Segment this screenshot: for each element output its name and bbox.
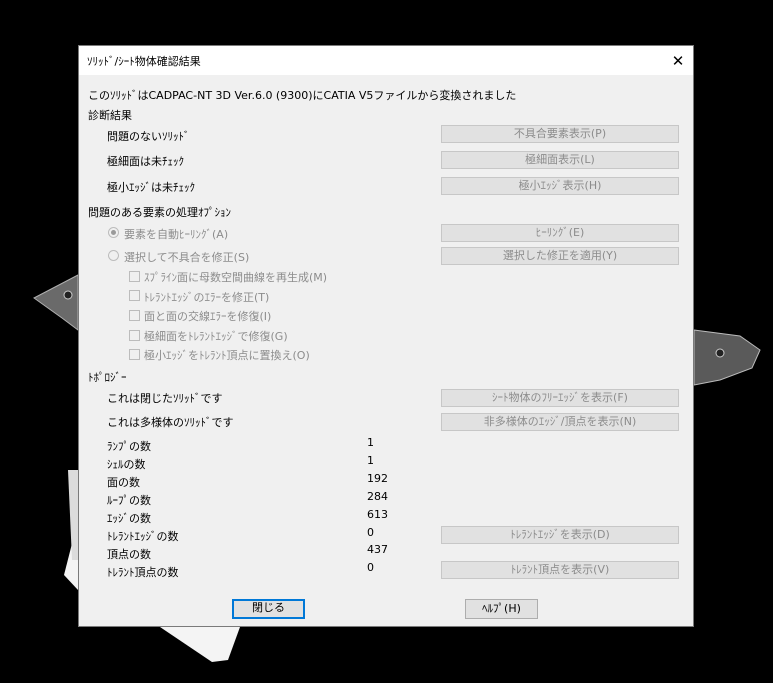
- regen-spline-label: ｽﾌﾟﾗｲﾝ面に母数空間曲線を再生成(M): [144, 271, 328, 284]
- select-fix-label: 選択して不具合を修正(S): [124, 251, 250, 264]
- show-free-edges-button[interactable]: ｼｰﾄ物体のﾌﾘｰｴｯｼﾞを表示(F): [441, 389, 679, 407]
- fix-tolerant-edge-label: ﾄﾚﾗﾝﾄｴｯｼﾞのｴﾗｰを修正(T): [144, 291, 270, 304]
- stat-label-loops: ﾙｰﾌﾟの数: [107, 494, 151, 507]
- show-tolerant-edges-button[interactable]: ﾄﾚﾗﾝﾄｴｯｼﾞを表示(D): [441, 526, 679, 544]
- stat-value-tolerant-vertices: 0: [367, 561, 374, 574]
- dialog-title: ｿﾘｯﾄﾞ/ｼｰﾄ物体確認結果: [87, 55, 201, 68]
- stat-value-tolerant-edges: 0: [367, 526, 374, 539]
- diagnosis-heading: 診断結果: [88, 109, 132, 122]
- fix-tolerant-edge-checkbox[interactable]: [129, 290, 140, 301]
- diagnosis-label-problems: 問題のないｿﾘｯﾄﾞ: [107, 130, 190, 143]
- select-fix-radio[interactable]: [108, 250, 119, 261]
- show-defects-button[interactable]: 不具合要素表示(P): [441, 125, 679, 143]
- stat-label-lumps: ﾗﾝﾌﾟの数: [107, 440, 151, 453]
- closed-solid-label: これは閉じたｿﾘｯﾄﾞです: [107, 392, 223, 405]
- apply-selected-fix-button[interactable]: 選択した修正を適用(Y): [441, 247, 679, 265]
- diagnosis-label-thin-faces: 極細面は未ﾁｪｯｸ: [107, 155, 184, 168]
- stat-label-edges: ｴｯｼﾞの数: [107, 512, 151, 525]
- stat-label-tolerant-edges: ﾄﾚﾗﾝﾄｴｯｼﾞの数: [107, 530, 179, 543]
- manifold-solid-label: これは多様体のｿﾘｯﾄﾞです: [107, 416, 234, 429]
- auto-heal-radio[interactable]: [108, 227, 119, 238]
- stat-label-faces: 面の数: [107, 476, 140, 489]
- diagnosis-label-small-edges: 極小ｴｯｼﾞは未ﾁｪｯｸ: [107, 181, 195, 194]
- show-tolerant-vertices-button[interactable]: ﾄﾚﾗﾝﾄ頂点を表示(V): [441, 561, 679, 579]
- stat-value-loops: 284: [367, 490, 388, 503]
- solid-check-dialog: ｿﾘｯﾄﾞ/ｼｰﾄ物体確認結果 ✕ このｿﾘｯﾄﾞはCADPAC-NT 3D V…: [78, 45, 694, 627]
- close-button[interactable]: 閉じる: [232, 599, 305, 619]
- healing-button[interactable]: ﾋｰﾘﾝｸﾞ(E): [441, 224, 679, 242]
- show-thin-faces-button[interactable]: 極細面表示(L): [441, 151, 679, 169]
- processing-heading: 問題のある要素の処理ｵﾌﾟｼｮﾝ: [88, 206, 231, 219]
- help-button[interactable]: ﾍﾙﾌﾟ(H): [465, 599, 538, 619]
- repair-thin-face-label: 極細面をﾄﾚﾗﾝﾄｴｯｼﾞで修復(G): [144, 330, 288, 343]
- stat-value-shells: 1: [367, 454, 374, 467]
- replace-small-edge-checkbox[interactable]: [129, 349, 140, 360]
- regen-spline-checkbox[interactable]: [129, 271, 140, 282]
- repair-thin-face-checkbox[interactable]: [129, 330, 140, 341]
- repair-intersection-label: 面と面の交線ｴﾗｰを修復(I): [144, 310, 272, 323]
- stat-value-faces: 192: [367, 472, 388, 485]
- stat-label-vertices: 頂点の数: [107, 548, 151, 561]
- auto-heal-label: 要素を自動ﾋｰﾘﾝｸﾞ(A): [124, 228, 229, 241]
- stat-value-edges: 613: [367, 508, 388, 521]
- replace-small-edge-label: 極小ｴｯｼﾞをﾄﾚﾗﾝﾄ頂点に置換え(O): [144, 349, 310, 362]
- stat-value-lumps: 1: [367, 436, 374, 449]
- topology-heading: ﾄﾎﾟﾛｼﾞｰ: [88, 371, 127, 384]
- stat-label-shells: ｼｪﾙの数: [107, 458, 146, 471]
- show-non-manifold-button[interactable]: 非多様体のｴｯｼﾞ/頂点を表示(N): [441, 413, 679, 431]
- title-bar: ｿﾘｯﾄﾞ/ｼｰﾄ物体確認結果 ✕: [79, 46, 693, 75]
- stat-label-tolerant-vertices: ﾄﾚﾗﾝﾄ頂点の数: [107, 566, 179, 579]
- close-icon[interactable]: ✕: [663, 46, 693, 75]
- repair-intersection-checkbox[interactable]: [129, 310, 140, 321]
- conversion-message: このｿﾘｯﾄﾞはCADPAC-NT 3D Ver.6.0 (9300)にCATI…: [88, 89, 517, 102]
- show-small-edges-button[interactable]: 極小ｴｯｼﾞ表示(H): [441, 177, 679, 195]
- stat-value-vertices: 437: [367, 543, 388, 556]
